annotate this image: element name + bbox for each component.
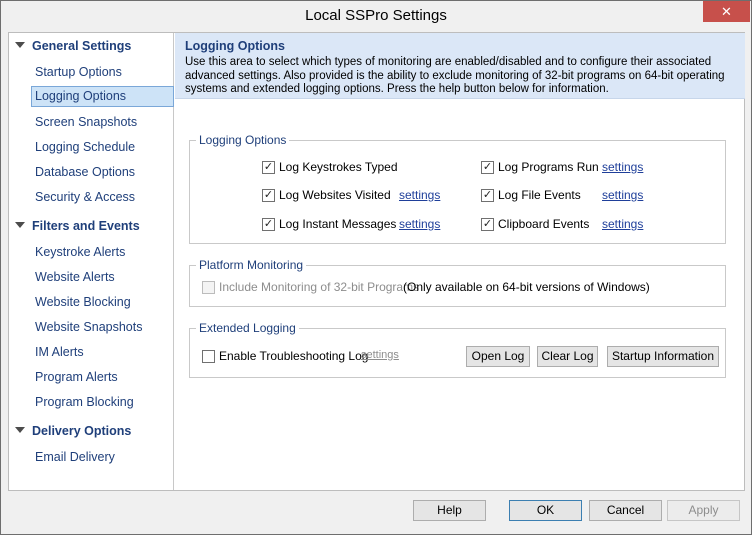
group-legend: Platform Monitoring: [196, 258, 307, 272]
sidebar-item-im-alerts[interactable]: IM Alerts: [31, 342, 174, 363]
logging-options-group: Logging Options ✓ Log Keystrokes Typed ✓…: [189, 133, 726, 244]
title-bar[interactable]: Local SSPro Settings ✕: [1, 1, 751, 32]
file-events-settings-link[interactable]: settings: [602, 188, 643, 202]
clipboard-events-checkbox[interactable]: ✓: [481, 218, 494, 231]
sidebar-item-website-snapshots[interactable]: Website Snapshots: [31, 317, 174, 338]
sidebar-item-screen-snapshots[interactable]: Screen Snapshots: [31, 112, 174, 133]
availability-note: (Only available on 64-bit versions of Wi…: [403, 280, 650, 294]
page-title: Logging Options: [185, 39, 285, 53]
group-legend: Extended Logging: [196, 321, 299, 335]
check-icon: ✓: [482, 218, 493, 230]
chevron-down-icon[interactable]: [15, 42, 25, 48]
im-settings-link[interactable]: settings: [399, 217, 440, 231]
extended-logging-group: Extended Logging Enable Troubleshooting …: [189, 321, 726, 378]
websites-settings-link[interactable]: settings: [399, 188, 440, 202]
check-icon: ✓: [263, 218, 274, 230]
close-button[interactable]: ✕: [703, 1, 750, 22]
close-icon: ✕: [721, 4, 732, 19]
check-icon: ✓: [482, 161, 493, 173]
open-log-button[interactable]: Open Log: [466, 346, 530, 367]
check-icon: ✓: [263, 189, 274, 201]
settings-window: Local SSPro Settings ✕ General Settings …: [0, 0, 752, 535]
sidebar-item-website-blocking[interactable]: Website Blocking: [31, 292, 174, 313]
clear-log-button[interactable]: Clear Log: [537, 346, 598, 367]
check-icon: ✓: [263, 161, 274, 173]
programs-settings-link[interactable]: settings: [602, 160, 643, 174]
sidebar-item-startup-options[interactable]: Startup Options: [31, 62, 174, 83]
page-description: Use this area to select which types of m…: [185, 56, 725, 95]
sidebar: General Settings Startup Options Logging…: [9, 33, 174, 490]
info-header: Logging Options Use this area to select …: [175, 33, 745, 99]
checkbox-label: Log File Events: [498, 188, 581, 202]
startup-information-button[interactable]: Startup Information: [607, 346, 719, 367]
group-label: General Settings: [32, 39, 132, 53]
sidebar-item-program-alerts[interactable]: Program Alerts: [31, 367, 174, 388]
log-websites-checkbox[interactable]: ✓: [262, 189, 275, 202]
sidebar-item-logging-schedule[interactable]: Logging Schedule: [31, 137, 174, 158]
checkbox-label: Enable Troubleshooting Log: [219, 349, 369, 363]
dialog-footer: Help OK Cancel Apply: [1, 491, 751, 535]
log-file-events-checkbox[interactable]: ✓: [481, 189, 494, 202]
help-button[interactable]: Help: [413, 500, 486, 521]
group-label: Filters and Events: [32, 219, 140, 233]
include-32bit-checkbox[interactable]: [202, 281, 215, 294]
checkbox-label: Log Keystrokes Typed: [279, 160, 398, 174]
clipboard-settings-link[interactable]: settings: [602, 217, 643, 231]
sidebar-item-security-access[interactable]: Security & Access: [31, 187, 174, 208]
checkbox-label: Log Websites Visited: [279, 188, 391, 202]
log-programs-checkbox[interactable]: ✓: [481, 161, 494, 174]
log-instant-messages-checkbox[interactable]: ✓: [262, 218, 275, 231]
checkbox-label: Log Programs Run: [498, 160, 599, 174]
check-icon: ✓: [482, 189, 493, 201]
chevron-down-icon[interactable]: [15, 427, 25, 433]
cancel-button[interactable]: Cancel: [589, 500, 662, 521]
group-label: Delivery Options: [32, 424, 132, 438]
sidebar-item-email-delivery[interactable]: Email Delivery: [31, 447, 174, 468]
sidebar-item-website-alerts[interactable]: Website Alerts: [31, 267, 174, 288]
body-area: General Settings Startup Options Logging…: [8, 32, 745, 491]
apply-button[interactable]: Apply: [667, 500, 740, 521]
sidebar-item-keystroke-alerts[interactable]: Keystroke Alerts: [31, 242, 174, 263]
sidebar-item-logging-options[interactable]: Logging Options: [31, 86, 174, 107]
troubleshooting-log-checkbox[interactable]: [202, 350, 215, 363]
window-title: Local SSPro Settings: [305, 7, 447, 24]
checkbox-label: Clipboard Events: [498, 217, 590, 231]
troubleshooting-settings-link[interactable]: settings: [361, 349, 399, 361]
content-panel: Logging Options Use this area to select …: [175, 33, 745, 490]
group-legend: Logging Options: [196, 133, 290, 147]
checkbox-label: Log Instant Messages: [279, 217, 397, 231]
sidebar-item-database-options[interactable]: Database Options: [31, 162, 174, 183]
platform-monitoring-group: Platform Monitoring Include Monitoring o…: [189, 258, 726, 307]
chevron-down-icon[interactable]: [15, 222, 25, 228]
log-keystrokes-checkbox[interactable]: ✓: [262, 161, 275, 174]
sidebar-item-program-blocking[interactable]: Program Blocking: [31, 392, 174, 413]
ok-button[interactable]: OK: [509, 500, 582, 521]
checkbox-label: Include Monitoring of 32-bit Programs: [219, 280, 420, 294]
